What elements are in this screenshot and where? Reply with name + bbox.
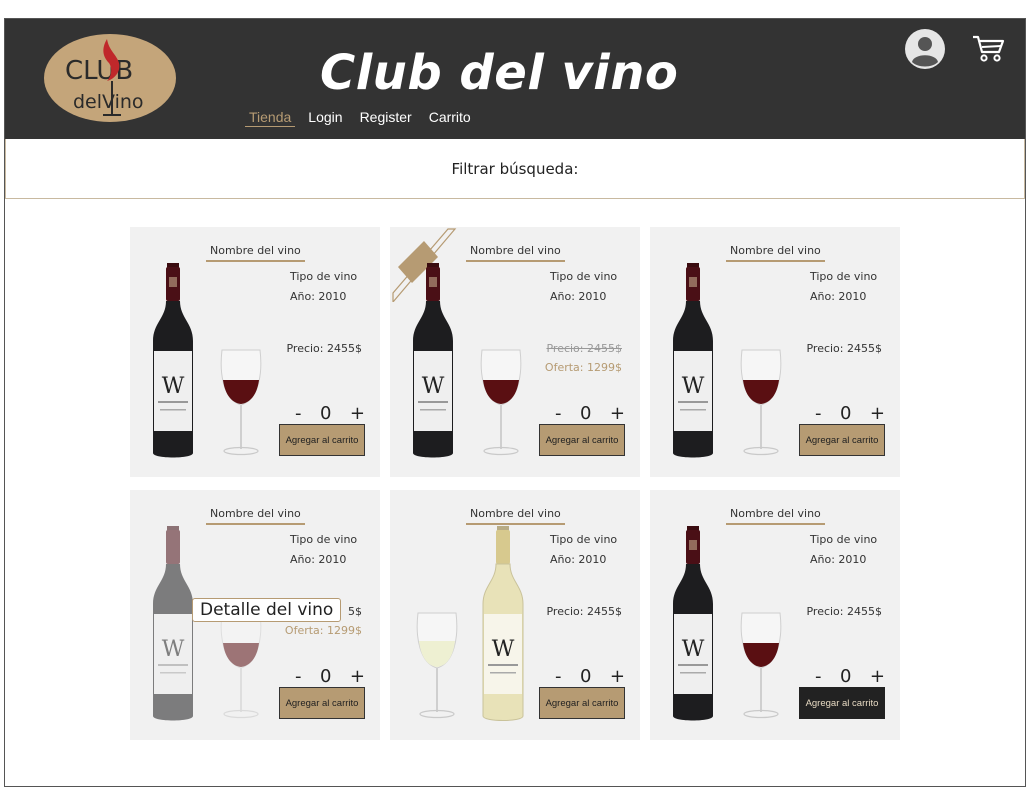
quantity-value: 0 — [319, 403, 332, 424]
svg-text:W: W — [682, 374, 705, 399]
filter-bar[interactable]: Filtrar búsqueda: — [5, 139, 1025, 199]
wine-name[interactable]: Nombre del vino — [206, 244, 305, 262]
decrement-button[interactable]: - — [815, 667, 822, 687]
nav-login[interactable]: Login — [304, 108, 346, 127]
wine-detail-tooltip[interactable]: Detalle del vino — [192, 598, 342, 622]
red-wine-glass-image — [220, 349, 262, 456]
quantity-value: 0 — [839, 666, 852, 687]
site-header: CLUB delVino Club del vino Tienda Login … — [5, 19, 1025, 139]
increment-button[interactable]: + — [350, 667, 365, 687]
decrement-button[interactable]: - — [555, 404, 562, 424]
wine-type: Tipo de vino — [290, 533, 358, 546]
add-to-cart-button[interactable]: Agregar al carrito — [539, 424, 625, 456]
product-card[interactable]: W Nombre del vino Tipo de vino Año: 2010… — [390, 490, 640, 740]
wine-price: Precio: 2455$ — [806, 342, 882, 355]
increment-button[interactable]: + — [870, 404, 885, 424]
filter-label: Filtrar búsqueda: — [451, 160, 579, 178]
decrement-button[interactable]: - — [815, 404, 822, 424]
add-to-cart-button[interactable]: Agregar al carrito — [539, 687, 625, 719]
user-avatar-icon[interactable] — [904, 28, 946, 70]
nav-tienda[interactable]: Tienda — [245, 108, 296, 127]
quantity-value: 0 — [579, 403, 592, 424]
add-to-cart-button[interactable]: Agregar al carrito — [799, 424, 885, 456]
club-del-vino-logo[interactable]: CLUB delVino — [43, 33, 177, 123]
add-to-cart-button[interactable]: Agregar al carrito — [279, 424, 365, 456]
svg-text:W: W — [682, 637, 705, 662]
svg-text:W: W — [162, 374, 185, 399]
wine-type: Tipo de vino — [810, 270, 878, 283]
svg-text:W: W — [422, 374, 445, 399]
wine-name[interactable]: Nombre del vino — [466, 244, 565, 262]
quantity-stepper: - 0 + — [295, 667, 365, 687]
red-wine-bottle-image: W — [153, 263, 193, 458]
wine-offer-price: Oferta: 1299$ — [284, 624, 362, 637]
product-card[interactable]: W Nombre del vino Tipo de vino Año: 2010… — [390, 227, 640, 477]
quantity-value: 0 — [579, 666, 592, 687]
red-wine-glass-image — [220, 612, 262, 719]
decrement-button[interactable]: - — [555, 667, 562, 687]
red-wine-bottle-image: W — [413, 263, 453, 458]
wine-type: Tipo de vino — [550, 270, 618, 283]
increment-button[interactable]: + — [610, 404, 625, 424]
product-card[interactable]: W Nombre del vino Tipo de vino Año: 2010… — [130, 227, 380, 477]
svg-text:CLUB: CLUB — [65, 56, 133, 86]
decrement-button[interactable]: - — [295, 667, 302, 687]
increment-button[interactable]: + — [610, 667, 625, 687]
wine-type: Tipo de vino — [810, 533, 878, 546]
red-wine-glass-image — [480, 349, 522, 456]
wine-price: 5$ — [348, 605, 362, 618]
wine-name[interactable]: Nombre del vino — [466, 507, 565, 525]
white-wine-bottle-image: W — [482, 526, 524, 721]
quantity-stepper: - 0 + — [555, 404, 625, 424]
main-nav: Tienda Login Register Carrito — [245, 108, 484, 127]
wine-offer-price: Oferta: 1299$ — [544, 361, 622, 374]
add-to-cart-button[interactable]: Agregar al carrito — [799, 687, 885, 719]
red-wine-bottle-image: W — [153, 526, 193, 721]
svg-text:W: W — [162, 637, 185, 662]
quantity-stepper: - 0 + — [815, 404, 885, 424]
site-title: Club del vino — [320, 45, 679, 101]
nav-register[interactable]: Register — [356, 108, 416, 127]
svg-text:W: W — [492, 637, 515, 662]
red-wine-glass-image — [740, 612, 782, 719]
increment-button[interactable]: + — [350, 404, 365, 424]
wine-price: Precio: 2455$ — [806, 605, 882, 618]
shopping-cart-icon[interactable] — [971, 33, 1005, 63]
wine-name[interactable]: Nombre del vino — [726, 244, 825, 262]
red-wine-bottle-image: W — [673, 526, 713, 721]
svg-text:delVino: delVino — [73, 91, 144, 113]
wine-price: Precio: 2455$ — [286, 342, 362, 355]
wine-year: Año: 2010 — [550, 553, 607, 566]
wine-type: Tipo de vino — [290, 270, 358, 283]
quantity-stepper: - 0 + — [555, 667, 625, 687]
wine-year: Año: 2010 — [290, 290, 347, 303]
wine-name[interactable]: Nombre del vino — [206, 507, 305, 525]
page-frame: CLUB delVino Club del vino Tienda Login … — [4, 18, 1026, 787]
wine-price: Precio: 2455$ — [546, 605, 622, 618]
wine-year: Año: 2010 — [550, 290, 607, 303]
quantity-stepper: - 0 + — [815, 667, 885, 687]
product-card[interactable]: W Nombre del vino Tipo de vino Año: 2010… — [650, 490, 900, 740]
decrement-button[interactable]: - — [295, 404, 302, 424]
product-card[interactable]: W Nombre del vino Tipo de vino Año: 2010… — [650, 227, 900, 477]
quantity-value: 0 — [319, 666, 332, 687]
red-wine-glass-image — [740, 349, 782, 456]
quantity-stepper: - 0 + — [295, 404, 365, 424]
wine-type: Tipo de vino — [550, 533, 618, 546]
wine-year: Año: 2010 — [810, 553, 867, 566]
nav-carrito[interactable]: Carrito — [425, 108, 475, 127]
add-to-cart-button[interactable]: Agregar al carrito — [279, 687, 365, 719]
wine-year: Año: 2010 — [810, 290, 867, 303]
red-wine-bottle-image: W — [673, 263, 713, 458]
white-wine-glass-image — [416, 612, 458, 719]
logo-graphic: CLUB delVino — [44, 34, 176, 122]
wine-year: Año: 2010 — [290, 553, 347, 566]
increment-button[interactable]: + — [870, 667, 885, 687]
quantity-value: 0 — [839, 403, 852, 424]
wine-name[interactable]: Nombre del vino — [726, 507, 825, 525]
product-card[interactable]: W Nombre del vino Tipo de vino Año: 2010… — [130, 490, 380, 740]
wine-original-price: Precio: 2455$ — [546, 342, 622, 355]
